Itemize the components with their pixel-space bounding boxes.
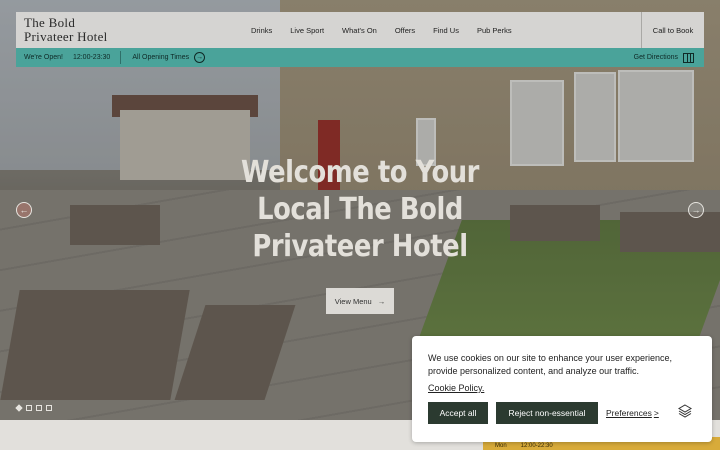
carousel-dot-2[interactable]: [26, 405, 32, 411]
carousel-next-button[interactable]: →: [688, 202, 704, 218]
get-directions-link[interactable]: Get Directions: [633, 52, 704, 63]
nav-whats-on[interactable]: What's On: [333, 26, 386, 35]
preferences-label: Preferences: [606, 408, 652, 418]
cookie-message: We use cookies on our site to enhance yo…: [428, 353, 672, 376]
preferences-link[interactable]: Preferences >: [606, 408, 659, 418]
get-directions-label: Get Directions: [633, 54, 678, 61]
logo-line-1: The Bold: [24, 15, 76, 30]
info-bar: We're Open! 12:00-23:30 All Opening Time…: [16, 48, 704, 67]
hours-time: 12:00-22:30: [520, 443, 553, 449]
call-to-book-button[interactable]: Call to Book: [641, 12, 704, 48]
map-icon: [683, 52, 694, 63]
carousel-dots: [15, 404, 52, 412]
cookie-policy-link[interactable]: Cookie Policy.: [428, 383, 484, 393]
logo-line-2: Privateer Hotel: [24, 29, 108, 44]
all-opening-times-label: All Opening Times: [132, 54, 190, 61]
accept-all-button[interactable]: Accept all: [428, 402, 488, 424]
reject-non-essential-button[interactable]: Reject non-essential: [496, 402, 598, 424]
carousel-dot-4[interactable]: [46, 405, 52, 411]
cookie-settings-icon[interactable]: [678, 404, 692, 418]
carousel-prev-button[interactable]: ←: [16, 202, 32, 218]
nav-live-sport[interactable]: Live Sport: [281, 26, 333, 35]
arrow-right-icon: →: [194, 52, 206, 63]
hours-day: Mon: [495, 443, 507, 449]
view-menu-button[interactable]: View Menu →: [326, 288, 394, 314]
carousel-dot-1[interactable]: [15, 404, 23, 412]
open-status: We're Open!: [24, 54, 63, 61]
view-menu-label: View Menu: [334, 296, 372, 306]
today-hours: 12:00-23:30: [72, 54, 111, 61]
all-opening-times-link[interactable]: All Opening Times →: [121, 52, 206, 63]
site-logo[interactable]: The Bold Privateer Hotel: [16, 12, 216, 48]
nav-drinks[interactable]: Drinks: [242, 26, 281, 35]
nav-offers[interactable]: Offers: [386, 26, 424, 35]
site-header: The Bold Privateer Hotel Drinks Live Spo…: [16, 12, 704, 48]
carousel-dot-3[interactable]: [36, 405, 42, 411]
nav-pub-perks[interactable]: Pub Perks: [468, 26, 521, 35]
chevron-right-icon: >: [653, 408, 659, 418]
arrow-right-icon: →: [377, 296, 386, 306]
cookie-banner: We use cookies on our site to enhance yo…: [412, 336, 712, 442]
main-nav: Drinks Live Sport What's On Offers Find …: [216, 12, 521, 48]
nav-find-us[interactable]: Find Us: [424, 26, 468, 35]
hero-headline: Welcome to Your Local The Bold Privateer…: [240, 155, 479, 264]
